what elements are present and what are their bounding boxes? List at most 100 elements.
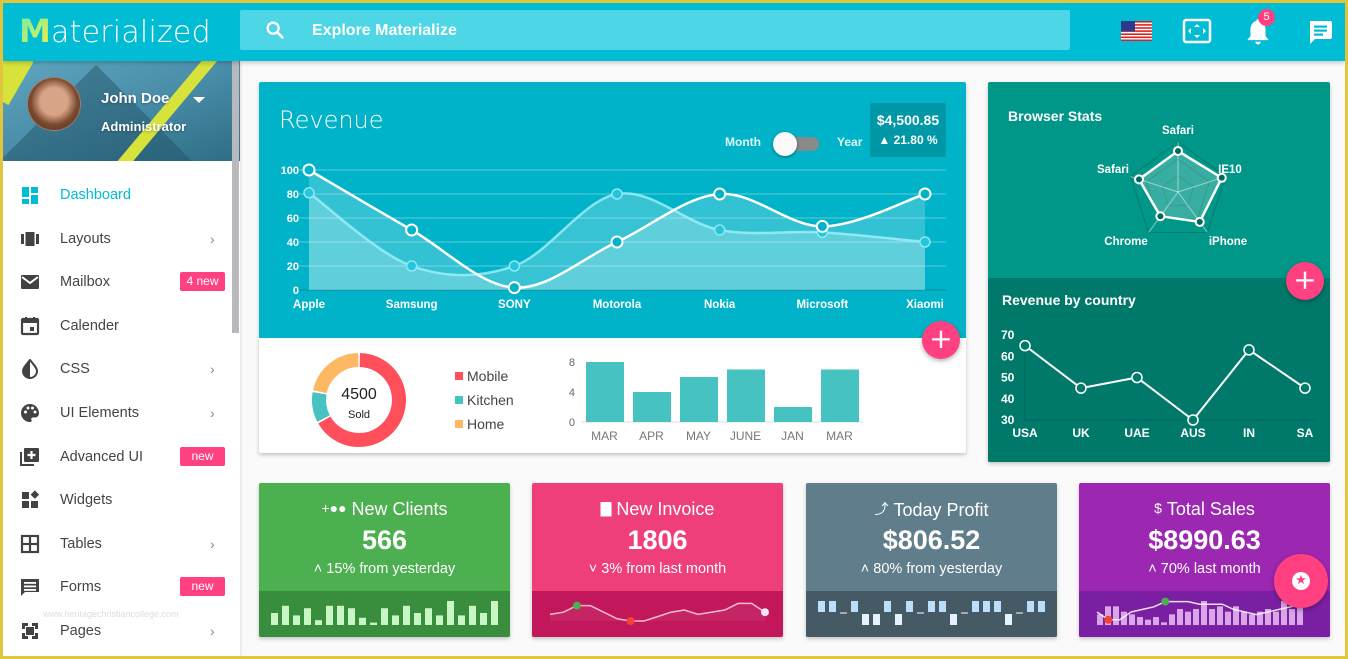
sidebar-item-mailbox[interactable]: Mailbox 4 new xyxy=(3,260,231,304)
us-flag-icon[interactable] xyxy=(1121,21,1152,41)
country-line xyxy=(1024,344,1306,422)
sidebar-item-layouts[interactable]: Layouts › xyxy=(3,217,231,261)
x-tick-label: Microsoft xyxy=(796,299,848,311)
chevron-right-icon: › xyxy=(210,361,215,378)
y-tick-label: 20 xyxy=(287,261,299,273)
sidebar-item-advanced-ui[interactable]: Advanced UI new xyxy=(3,435,231,479)
pages-icon xyxy=(22,622,38,639)
sidebar-scrollbar[interactable] xyxy=(232,61,239,333)
spark-bar xyxy=(1289,609,1295,625)
spark-bar-up xyxy=(906,601,913,612)
series-b-point xyxy=(611,188,623,200)
chat-icon[interactable] xyxy=(1306,19,1334,45)
bar xyxy=(821,369,859,422)
radar-point xyxy=(1173,146,1183,156)
spark-bar xyxy=(381,608,388,625)
spark-bar-up xyxy=(818,601,825,612)
sidebar-item-label: Dashboard xyxy=(60,187,131,203)
arrow-down-icon: ˅ xyxy=(588,561,598,577)
favorite-fab-button[interactable]: ★ xyxy=(1274,554,1328,608)
revenue-add-button[interactable]: + xyxy=(922,321,960,359)
y-tick-label: 50 xyxy=(1001,371,1015,385)
x-tick-label: Motorola xyxy=(593,299,642,311)
sidebar-item-widgets[interactable]: Widgets xyxy=(3,478,231,522)
sidebar-item-badge: 4 new xyxy=(180,272,225,292)
spark-bar-up xyxy=(994,601,1001,612)
toggle-label-month: Month xyxy=(725,135,761,149)
user-name[interactable]: John Doe xyxy=(101,90,169,107)
series-b-point xyxy=(713,224,726,236)
revenue-by-country-panel: Revenue by country 30 40 50 60 70 USA UK UAE AUS… xyxy=(988,278,1330,462)
fullscreen-icon[interactable] xyxy=(1182,18,1212,44)
x-tick-label: Apple xyxy=(293,299,325,311)
spark-bar xyxy=(392,615,399,625)
x-tick-label: UAE xyxy=(1124,426,1149,440)
legend-item-kitchen: Kitchen xyxy=(455,392,514,416)
spark-bar-zero xyxy=(917,612,924,614)
browser-stats-add-button[interactable]: + xyxy=(1286,262,1324,300)
sidebar-item-badge: new xyxy=(180,446,225,466)
logo-text: aterialized xyxy=(51,15,211,50)
x-tick-label: Xiaomi xyxy=(906,299,944,311)
stat-subtext: ˄ 80% from yesterday xyxy=(806,561,1057,577)
arrow-up-icon: ˄ xyxy=(1148,561,1157,577)
spark-bar xyxy=(480,613,487,625)
series-a-point xyxy=(918,187,932,201)
legend-label: Mobile xyxy=(467,368,509,384)
user-dropdown-caret-icon[interactable] xyxy=(193,97,205,103)
user-role: Administrator xyxy=(101,119,187,134)
stat-subtext: ˄ 15% from yesterday xyxy=(259,561,510,577)
sidebar-item-label: Layouts xyxy=(60,230,111,247)
sidebar-item-dashboard[interactable]: Dashboard xyxy=(3,173,231,217)
new-clients-sparkline xyxy=(259,591,510,637)
series-a-point xyxy=(610,235,624,249)
sidebar-item-ui-elements[interactable]: UI Elements › xyxy=(3,391,231,435)
spark-bar xyxy=(425,608,432,625)
sidebar-item-calender[interactable]: Calender xyxy=(3,304,231,348)
stat-value: $806.52 xyxy=(882,525,981,555)
logo-initial: M xyxy=(19,12,52,50)
sidebar-item-css[interactable]: CSS › xyxy=(3,347,231,391)
spark-last-point xyxy=(761,608,769,617)
widgets-icon xyxy=(22,490,40,509)
revenue-card: Revenue Month Year $4,500.85 ▲ 21.80 % 0… xyxy=(259,82,966,453)
brand-logo[interactable]: Materialized xyxy=(19,12,211,50)
spark-bar-down xyxy=(950,614,957,625)
spark-bar xyxy=(491,601,498,625)
spark-bar-up xyxy=(829,601,836,612)
spark-bar xyxy=(403,605,410,625)
y-tick-label: 70 xyxy=(1001,328,1015,342)
spark-bar-up xyxy=(928,601,935,612)
dollar-icon: $ xyxy=(1154,500,1162,516)
series-b-point xyxy=(919,236,931,248)
spark-bar xyxy=(1113,606,1119,625)
spark-min-point xyxy=(1104,615,1113,624)
stat-subtext-text: 3% from last month xyxy=(601,561,727,577)
sidebar-item-tables[interactable]: Tables › xyxy=(3,522,231,566)
spark-line xyxy=(1096,600,1303,621)
x-tick-label: IN xyxy=(1243,426,1255,440)
stat-value: 1806 xyxy=(627,525,688,555)
spark-bar xyxy=(447,601,454,625)
country-point xyxy=(1187,414,1199,426)
y-tick-label: 60 xyxy=(287,213,299,225)
arrow-up-icon: ˄ xyxy=(313,561,323,577)
series-a-point xyxy=(302,163,316,177)
library-add-icon xyxy=(20,447,39,466)
search-input[interactable]: Explore Materialize xyxy=(240,10,1070,50)
y-tick-label: 100 xyxy=(281,165,299,177)
sidebar-item-forms[interactable]: Forms new xyxy=(3,565,231,609)
avatar[interactable] xyxy=(27,77,81,131)
x-tick-label: Samsung xyxy=(386,299,438,311)
donut-legend: Mobile Kitchen Home xyxy=(455,368,514,440)
stat-value: $8990.63 xyxy=(1148,525,1261,555)
spark-bar xyxy=(1129,614,1135,625)
spark-bar xyxy=(1249,614,1255,625)
sidebar-item-label: CSS xyxy=(60,361,90,378)
user-profile-panel: John Doe Administrator xyxy=(3,61,240,161)
spark-bar xyxy=(359,617,366,625)
spark-bar-down xyxy=(862,614,869,625)
spark-bar xyxy=(1193,609,1199,625)
stat-title-text: Today Profit xyxy=(893,500,989,520)
stat-subtext-text: 15% from yesterday xyxy=(326,561,456,577)
